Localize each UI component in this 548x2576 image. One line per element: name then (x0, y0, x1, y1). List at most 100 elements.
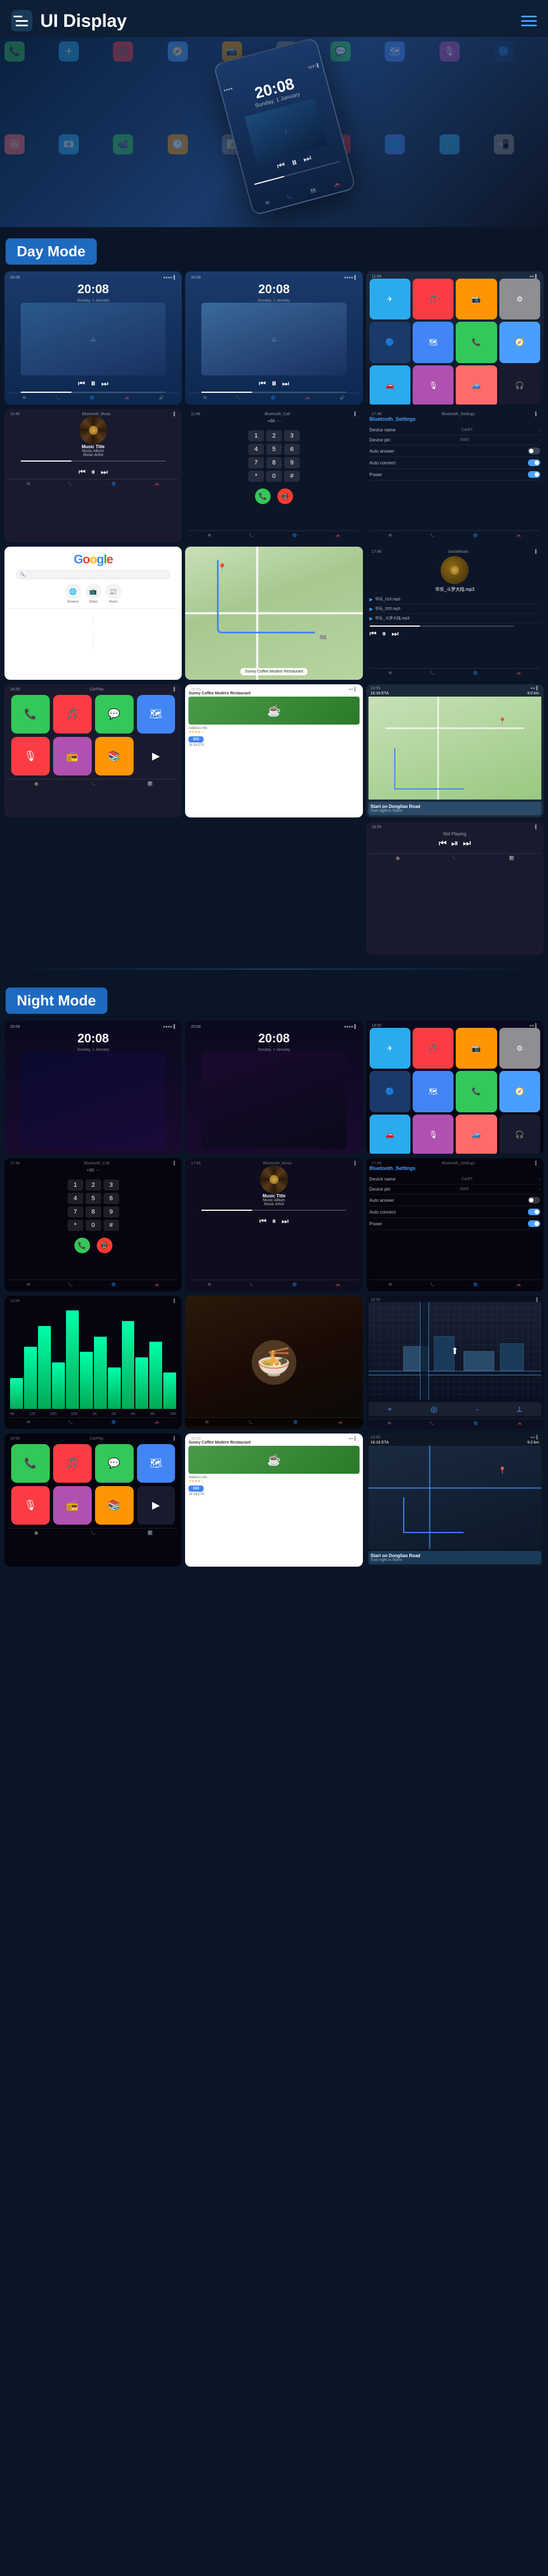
go-button[interactable]: GO (188, 736, 204, 742)
tab-phone-sm[interactable]: 📞 (430, 671, 435, 675)
dock-phone[interactable]: 📞 (286, 194, 294, 201)
nend-call-button[interactable]: 📵 (97, 1238, 112, 1253)
ndial-1[interactable]: 1 (68, 1179, 83, 1191)
social-prev[interactable]: ⏮ (370, 629, 377, 638)
progress-md[interactable] (21, 460, 166, 462)
tab-home-cp[interactable]: 🏠 (34, 782, 39, 786)
cp-messages[interactable]: 💬 (95, 695, 134, 734)
tab-auto-call[interactable]: 🚗 (336, 533, 341, 538)
tab-phone-ncall[interactable]: 📞 (68, 1282, 73, 1287)
bt-power-toggle[interactable] (528, 471, 540, 478)
tab-email-bts[interactable]: ✉ (389, 533, 392, 538)
tab-bt-n3dm[interactable]: 🔵 (474, 1421, 479, 1426)
google-shortcut-1[interactable]: 🌐 Browse (65, 584, 81, 604)
tab-phone-d1[interactable]: 📞 (55, 396, 60, 400)
app-waze[interactable]: 🚗 (370, 365, 410, 405)
napp-maps[interactable]: 🗺 (413, 1071, 453, 1112)
dial-7[interactable]: 7 (248, 457, 264, 468)
play-n2[interactable]: ⏸ (271, 1151, 276, 1154)
n3d-recenter[interactable]: ◎ (431, 1404, 437, 1414)
app-maps[interactable]: 🗺 (413, 322, 453, 363)
app-carplay[interactable]: 🚙 (456, 365, 497, 405)
tab-email-d1[interactable]: ✉ (22, 396, 26, 400)
cp-audiobooks[interactable]: 📚 (95, 737, 134, 775)
tab-bt-nbts[interactable]: 🔵 (473, 1282, 478, 1287)
app-photos[interactable]: 📷 (456, 279, 497, 319)
next-nmd[interactable]: ⏭ (281, 1216, 289, 1226)
tab-bt-nmd[interactable]: 🔵 (292, 1282, 297, 1287)
prev-md[interactable]: ⏮ (79, 467, 86, 477)
n3d-tilt[interactable]: ⟂ (517, 1404, 522, 1414)
next-d1[interactable]: ⏭ (101, 379, 108, 388)
napp-photos[interactable]: 📷 (456, 1028, 497, 1069)
cp-maps[interactable]: 🗺 (137, 695, 176, 734)
app-settings[interactable]: ⚙ (499, 279, 540, 319)
tab-email-sm[interactable]: ✉ (389, 671, 392, 675)
tab-bt-d2[interactable]: 🔵 (271, 396, 276, 400)
play-button[interactable]: ⏸ (290, 156, 299, 170)
tab-email-d2[interactable]: ✉ (204, 396, 207, 400)
play-nmd[interactable]: ⏸ (272, 1216, 276, 1226)
napp-music[interactable]: 🎵 (413, 1028, 453, 1069)
tab-bt-fp[interactable]: 🔵 (293, 1420, 298, 1425)
prev-nmd[interactable]: ⏮ (259, 1216, 267, 1226)
tab-home-np[interactable]: 🏠 (395, 856, 400, 861)
app-podcasts[interactable]: 🎙 (413, 365, 453, 405)
play-d1[interactable]: ⏸ (91, 378, 96, 389)
tab-bt-call[interactable]: 🔵 (292, 533, 297, 538)
tab-phone-neq[interactable]: 📞 (68, 1420, 73, 1425)
napp-waze[interactable]: 🚗 (370, 1115, 410, 1154)
dock-maps[interactable]: 🗺 (309, 187, 317, 195)
answer-button[interactable]: 📞 (255, 488, 271, 504)
app-bt2[interactable]: 🎧 (499, 365, 540, 405)
dial-4[interactable]: 4 (248, 444, 264, 455)
np-play[interactable]: ⏯ (451, 839, 459, 849)
google-shortcut-3[interactable]: 📰 News (106, 584, 121, 604)
social-item-1[interactable]: ▶ 华乐_010.mp3 (370, 595, 540, 604)
ngo-button[interactable]: GO (188, 1486, 204, 1492)
progress-nmd[interactable] (201, 1210, 347, 1211)
social-item-3[interactable]: ▶ 华乐_斗罗大陆.mp3 (370, 614, 540, 623)
tab-email-call[interactable]: ✉ (207, 533, 211, 538)
tab-email-n3dm[interactable]: ✉ (388, 1421, 391, 1426)
google-shortcut-2[interactable]: 📺 Video (86, 584, 101, 604)
cp-music[interactable]: 🎵 (53, 695, 92, 734)
napp-carplay[interactable]: 🚙 (456, 1115, 497, 1154)
tab-auto-md[interactable]: 🚗 (154, 482, 159, 486)
tab-email-ncall[interactable]: ✉ (27, 1282, 30, 1287)
n3d-zoom-out[interactable]: - (476, 1404, 479, 1414)
app-phone[interactable]: 📞 (456, 322, 497, 363)
tab-email-nmd[interactable]: ✉ (207, 1282, 211, 1287)
tab-dash-cp[interactable]: 📊 (148, 782, 153, 786)
end-call-button[interactable]: 📵 (277, 488, 293, 504)
tab-bt-bts[interactable]: 🔵 (473, 533, 478, 538)
social-next[interactable]: ⏭ (391, 629, 399, 638)
dial-star[interactable]: * (248, 471, 264, 482)
progress-d1[interactable] (21, 392, 166, 393)
tab-bt-neq[interactable]: 🔵 (111, 1420, 116, 1425)
dial-1[interactable]: 1 (248, 430, 264, 441)
prev-d1[interactable]: ⏮ (78, 379, 86, 388)
tab-auto-nmd[interactable]: 🚗 (336, 1282, 341, 1287)
napp-bt[interactable]: 🔵 (370, 1071, 410, 1112)
ndial-hash[interactable]: # (103, 1220, 119, 1231)
ncp-radio[interactable]: 📻 (53, 1486, 92, 1525)
social-play[interactable]: ⏸ (382, 629, 386, 638)
ndial-0[interactable]: 0 (86, 1220, 101, 1231)
dial-5[interactable]: 5 (266, 444, 282, 455)
ndial-6[interactable]: 6 (103, 1193, 119, 1204)
nbt-answer-toggle[interactable] (528, 1197, 540, 1204)
tab-auto-neq[interactable]: 🚗 (154, 1420, 159, 1425)
ndial-5[interactable]: 5 (86, 1193, 101, 1204)
tab-phone-d2[interactable]: 📞 (237, 396, 242, 400)
app-music[interactable]: 🎵 (413, 279, 453, 319)
napp-safari[interactable]: 🧭 (499, 1071, 540, 1112)
tab-email-fp[interactable]: ✉ (205, 1420, 209, 1425)
ncp-music[interactable]: 🎵 (53, 1444, 92, 1483)
prev-n1[interactable]: ⏮ (78, 1152, 86, 1154)
tab-phone-md[interactable]: 📞 (68, 482, 73, 486)
play-md[interactable]: ⏸ (91, 467, 95, 477)
dial-6[interactable]: 6 (284, 444, 300, 455)
tab-bt-md[interactable]: 🔵 (111, 482, 116, 486)
ncp-messages[interactable]: 💬 (95, 1444, 134, 1483)
